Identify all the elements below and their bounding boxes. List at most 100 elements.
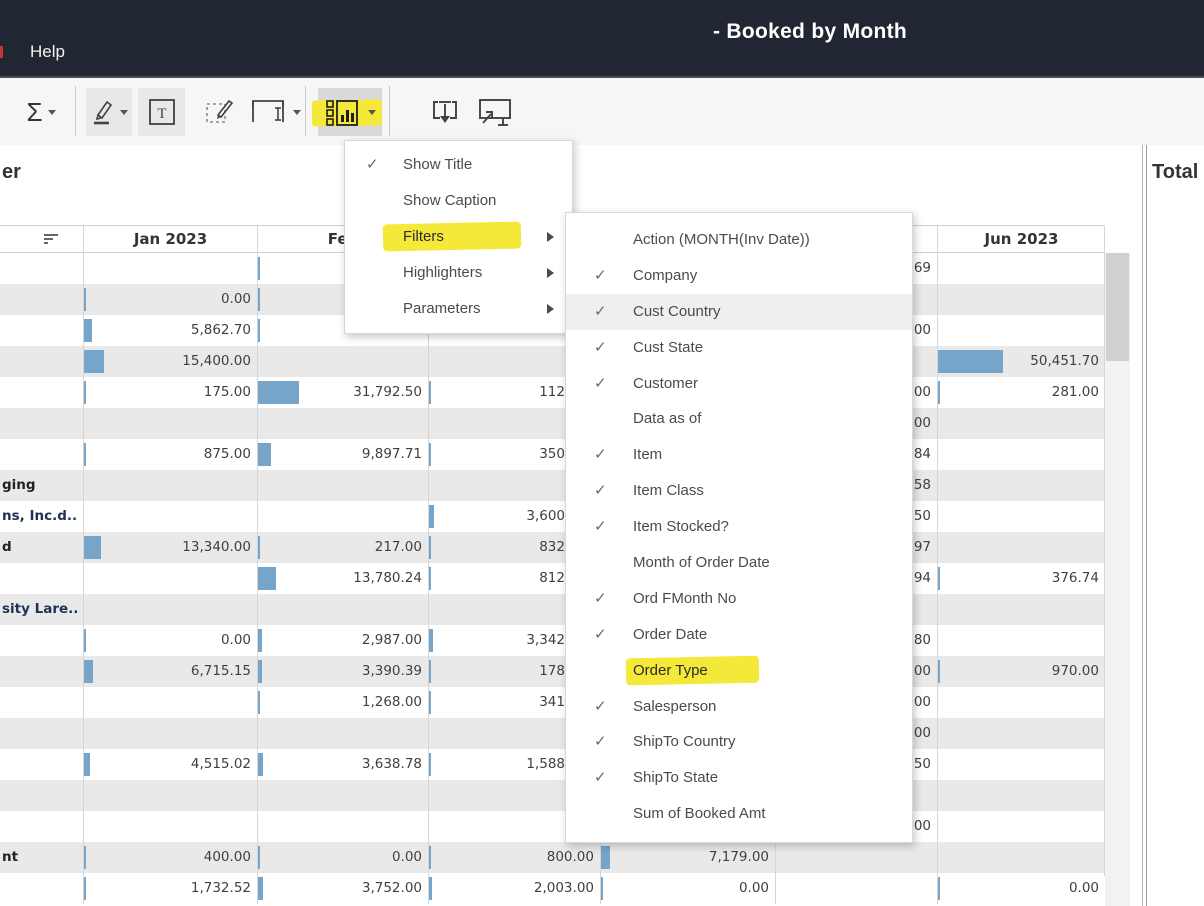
column-header-jan-2023[interactable]: Jan 2023 [83, 226, 257, 253]
data-cell [937, 439, 1105, 470]
row-label[interactable]: ging [2, 477, 36, 493]
row-label[interactable]: nt [2, 849, 18, 865]
data-cell [257, 470, 428, 501]
value-bar [938, 567, 940, 590]
toolbar-divider [305, 86, 306, 136]
menu-item-filters[interactable]: Filters [345, 219, 572, 255]
menu-item-label: Order Date [633, 617, 707, 653]
table-row: 13,780.2481294376.74 [0, 563, 1105, 594]
row-label[interactable]: sity Lare.. [2, 601, 78, 617]
data-cell[interactable]: 2,003.00 [428, 873, 600, 904]
vertical-scrollbar[interactable] [1105, 253, 1130, 906]
format-pen-button[interactable] [86, 88, 132, 136]
scrollbar-thumb[interactable] [1106, 253, 1129, 361]
data-cell [83, 501, 257, 532]
annotate-button[interactable] [200, 88, 240, 136]
value-bar [258, 753, 263, 776]
row-label[interactable]: ns, Inc.d.. [2, 508, 77, 524]
data-cell[interactable]: 0.00 [83, 284, 257, 315]
cell-value: 3,638.78 [362, 756, 422, 772]
column-header-jun-2023[interactable]: Jun 2023 [937, 226, 1105, 253]
data-cell[interactable]: 50,451.70 [937, 346, 1105, 377]
cell-value: 376.74 [1052, 570, 1099, 586]
data-cell[interactable]: 175.00 [83, 377, 257, 408]
filter-item-salesperson[interactable]: ✓Salesperson [566, 689, 912, 725]
menu-item-show-title[interactable]: ✓Show Title [345, 147, 572, 183]
data-cell[interactable]: 4,515.02 [83, 749, 257, 780]
text-label-button[interactable]: T [138, 88, 185, 136]
menu-item-label: Show Title [403, 147, 472, 183]
data-cell[interactable]: 9,897.71 [257, 439, 428, 470]
checkmark-icon: ✓ [594, 473, 607, 509]
data-cell [937, 315, 1105, 346]
data-cell[interactable]: 5,862.70 [83, 315, 257, 346]
data-cell[interactable]: 0.00 [937, 873, 1105, 904]
show-hide-cards-button[interactable] [318, 88, 382, 136]
chevron-down-icon [368, 110, 376, 115]
sigma-analytics-button[interactable]: Σ [16, 88, 66, 136]
filter-item-item[interactable]: ✓Item [566, 437, 912, 473]
help-menu[interactable]: Help [30, 42, 65, 62]
checkmark-icon: ✓ [594, 617, 607, 653]
fit-size-button[interactable] [246, 88, 304, 136]
row-label[interactable]: d [2, 539, 12, 555]
data-cell[interactable]: 13,340.00 [83, 532, 257, 563]
filter-item-sum-of-booked-amt[interactable]: Sum of Booked Amt [566, 796, 912, 832]
data-cell[interactable]: 3,752.00 [257, 873, 428, 904]
filter-item-cust-country[interactable]: ✓Cust Country [566, 294, 912, 330]
filter-item-cust-state[interactable]: ✓Cust State [566, 330, 912, 366]
filter-item-shipto-country[interactable]: ✓ShipTo Country [566, 724, 912, 760]
value-bar [938, 350, 1003, 373]
chevron-down-icon [48, 110, 56, 115]
checkmark-icon: ✓ [594, 581, 607, 617]
data-cell[interactable]: 400.00 [83, 842, 257, 873]
value-bar [258, 288, 260, 311]
data-cell[interactable]: 970.00 [937, 656, 1105, 687]
data-cell[interactable]: 376.74 [937, 563, 1105, 594]
data-cell[interactable]: 7,179.00 [600, 842, 775, 873]
filter-item-customer[interactable]: ✓Customer [566, 366, 912, 402]
menu-item-show-caption[interactable]: Show Caption [345, 183, 572, 219]
data-cell[interactable]: 3,390.39 [257, 656, 428, 687]
data-cell[interactable]: 217.00 [257, 532, 428, 563]
menu-item-parameters[interactable]: Parameters [345, 291, 572, 327]
filter-item-order-type[interactable]: Order Type [566, 653, 912, 689]
sort-icon[interactable] [43, 233, 61, 247]
data-cell[interactable]: 800.00 [428, 842, 600, 873]
data-cell[interactable]: 3,638.78 [257, 749, 428, 780]
checkmark-icon: ✓ [594, 294, 607, 330]
download-button[interactable] [424, 88, 466, 136]
highlighter-pen-icon [91, 99, 115, 125]
data-cell[interactable]: 0.00 [600, 873, 775, 904]
data-cell[interactable]: 15,400.00 [83, 346, 257, 377]
data-cell[interactable]: 6,715.15 [83, 656, 257, 687]
filter-item-ord-fmonth-no[interactable]: ✓Ord FMonth No [566, 581, 912, 617]
filter-item-company[interactable]: ✓Company [566, 258, 912, 294]
cell-value: 0.00 [1069, 880, 1099, 896]
filter-item-item-stocked[interactable]: ✓Item Stocked? [566, 509, 912, 545]
data-cell [937, 687, 1105, 718]
data-cell[interactable]: 0.00 [257, 842, 428, 873]
filter-item-shipto-state[interactable]: ✓ShipTo State [566, 760, 912, 796]
data-cell[interactable]: 1,268.00 [257, 687, 428, 718]
cell-value: 1,732.52 [191, 880, 251, 896]
data-cell[interactable]: 13,780.24 [257, 563, 428, 594]
data-cell[interactable]: 0.00 [83, 625, 257, 656]
data-cell[interactable]: 2,987.00 [257, 625, 428, 656]
menu-item-highlighters[interactable]: Highlighters [345, 255, 572, 291]
filter-item-item-class[interactable]: ✓Item Class [566, 473, 912, 509]
filter-item-month-of-order-date[interactable]: Month of Order Date [566, 545, 912, 581]
data-cell[interactable]: 281.00 [937, 377, 1105, 408]
presentation-mode-button[interactable] [470, 88, 518, 136]
data-cell [257, 408, 428, 439]
submenu-arrow-icon [547, 304, 554, 314]
filter-item-order-date[interactable]: ✓ Order Date [566, 617, 912, 653]
filter-item-data-as-of[interactable]: Data as of [566, 401, 912, 437]
filter-item-action-month-inv-date[interactable]: Action (MONTH(Inv Date)) [566, 222, 912, 258]
data-cell[interactable]: 875.00 [83, 439, 257, 470]
value-bar [258, 536, 260, 559]
data-cell[interactable]: 1,732.52 [83, 873, 257, 904]
data-cell[interactable]: 31,792.50 [257, 377, 428, 408]
checkmark-icon: ✓ [594, 724, 607, 760]
data-cell [257, 718, 428, 749]
